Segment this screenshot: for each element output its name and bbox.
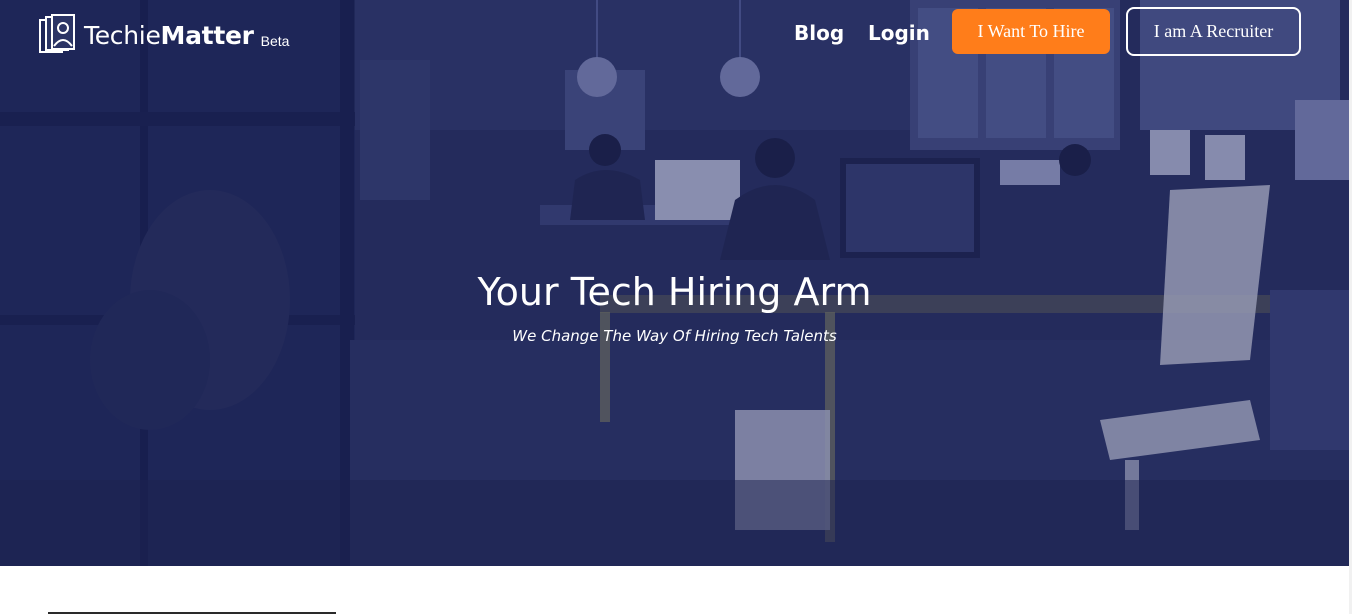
brand-name-light: Techie (84, 21, 161, 50)
brand-name-bold: Matter (160, 21, 254, 50)
beta-tag: Beta (260, 33, 290, 49)
nav-login-link[interactable]: Login (868, 21, 930, 45)
brand-logo[interactable]: TechieMatter Beta (38, 12, 289, 54)
brand-name: TechieMatter (84, 18, 254, 54)
recruiter-button[interactable]: I am A Recruiter (1126, 7, 1301, 56)
hero-title: Your Tech Hiring Arm (477, 270, 872, 314)
hero-section: TechieMatter Beta Blog Login I Want To H… (0, 0, 1349, 566)
hire-button[interactable]: I Want To Hire (952, 9, 1110, 54)
logo-icon (39, 14, 75, 53)
hero-subtitle: We Change The Way Of Hiring Tech Talents (512, 327, 837, 345)
nav-blog-link[interactable]: Blog (794, 21, 844, 45)
